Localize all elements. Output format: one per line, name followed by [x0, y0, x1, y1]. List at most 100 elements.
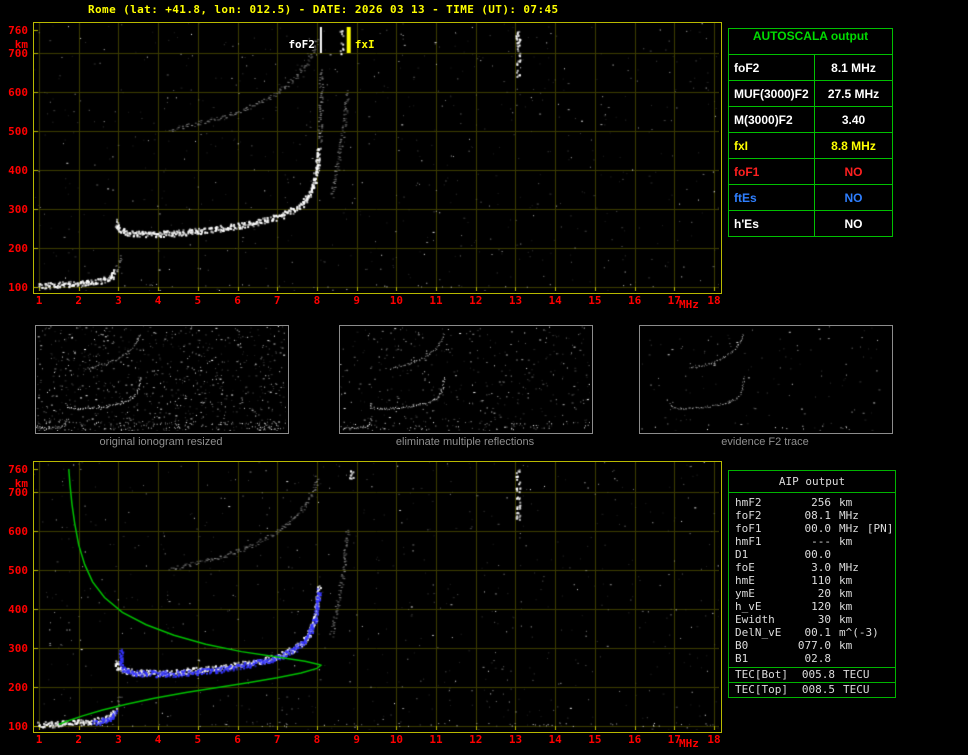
aip-row-value: 02.8	[804, 652, 832, 665]
autoscala-row-value: 3.40	[841, 112, 866, 127]
x-axis-tick-6: 6	[234, 294, 241, 307]
autoscala-row-value: 8.1 MHz	[831, 60, 876, 75]
autoscala-row-value: 27.5 MHz	[827, 86, 880, 101]
thumbnail-canvas-original	[36, 326, 286, 431]
autoscala-row-label: M(3000)F2	[729, 107, 815, 132]
aip-row-12: B1 02.8	[729, 652, 895, 665]
aip-row-unit: km	[839, 587, 853, 600]
autoscala-row-4: foF1 NO	[729, 158, 892, 184]
aip-row-value: 256	[811, 496, 831, 509]
x-axis-tick-9: 9	[353, 733, 360, 746]
x-axis-tick-11: 11	[429, 294, 443, 307]
autoscala-window: Rome (lat: +41.8, lon: 012.5) - DATE: 20…	[0, 0, 968, 755]
fof2-marker-label: foF2	[288, 38, 315, 51]
y-axis-tick-200: 200	[8, 681, 28, 695]
y-axis-tick-500: 500	[8, 564, 28, 578]
aip-tec-label: TEC[Bot]	[735, 668, 788, 681]
y-axis-tick-760: 760	[8, 463, 28, 476]
aip-row-2: foF1 00.0 MHz [PN]	[729, 522, 895, 535]
aip-row-value: 00.0	[804, 548, 832, 561]
header-title: Rome (lat: +41.8, lon: 012.5) - DATE: 20…	[88, 3, 559, 16]
ionogram-top-plot: foF2 fxI	[33, 22, 722, 294]
x-axis-tick-5: 5	[194, 294, 202, 307]
aip-row-value: 3.0	[811, 561, 831, 574]
x-axis-tick-8: 8	[313, 733, 321, 746]
y-axis-tick-400: 400	[8, 164, 28, 178]
aip-row-unit: MHz	[839, 561, 859, 574]
x-axis-unit-label: MHz	[679, 737, 699, 750]
y-axis-tick-400: 400	[8, 603, 28, 617]
autoscala-row-label: h'Es	[729, 211, 815, 236]
aip-tec-value: 008.5	[801, 683, 835, 696]
aip-tec-label: TEC[Top]	[735, 683, 788, 696]
y-axis-tick-500: 500	[8, 125, 28, 139]
aip-row-3: hmF1 --- km	[729, 535, 895, 548]
autoscala-table-title: AUTOSCALA output	[752, 29, 869, 43]
autoscala-row-value: NO	[844, 216, 863, 231]
aip-row-label: B0	[735, 639, 749, 652]
aip-row-value: 120	[811, 600, 831, 613]
aip-output-table: AIP output hmF2 256 km foF2 08.1 MHz foF1 00.0 M…	[728, 470, 896, 698]
x-axis-tick-1: 1	[35, 733, 43, 746]
x-axis-tick-2: 2	[75, 294, 83, 307]
autoscala-row-1: MUF(3000)F2 27.5 MHz	[729, 80, 892, 106]
autoscala-row-2: M(3000)F2 3.40	[729, 106, 892, 132]
aip-row-unit: km	[839, 600, 853, 613]
thumbnail-canvas-evidence	[640, 326, 890, 431]
aip-row-9: Ewidth 30 km	[729, 613, 895, 626]
autoscala-row-label: foF2	[729, 55, 815, 80]
aip-row-label: DelN_vE	[735, 626, 782, 639]
aip-row-unit: km	[839, 613, 853, 626]
ionogram-top-canvas	[34, 23, 719, 291]
autoscala-output-table: AUTOSCALA output foF2 8.1 MHz MUF(3000)F2 2…	[728, 28, 893, 237]
x-axis-tick-7: 7	[273, 733, 281, 746]
aip-row-label: Ewidth	[735, 613, 775, 626]
aip-row-value: 110	[811, 574, 831, 587]
x-axis-tick-4: 4	[154, 733, 162, 746]
aip-table-title: AIP output	[729, 471, 895, 493]
y-axis-tick-300: 300	[8, 203, 28, 217]
x-axis-tick-5: 5	[194, 733, 202, 746]
y-axis-tick-100: 100	[8, 281, 28, 294]
x-axis-tick-12: 12	[469, 294, 483, 307]
autoscala-row-label: fxI	[729, 133, 815, 158]
x-axis-tick-6: 6	[234, 733, 241, 746]
autoscala-row-6: h'Es NO	[729, 210, 892, 236]
x-axis-tick-9: 9	[353, 294, 360, 307]
aip-row-4: D1 00.0	[729, 548, 895, 561]
x-axis-tick-1: 1	[35, 294, 43, 307]
aip-row-label: foF2	[735, 509, 762, 522]
x-axis-tick-18: 18	[707, 294, 721, 307]
x-axis-tick-8: 8	[313, 294, 321, 307]
x-axis-tick-18: 18	[707, 733, 721, 746]
autoscala-row-5: ftEs NO	[729, 184, 892, 210]
aip-row-value: 077.0	[797, 639, 831, 652]
aip-tec-unit: TECU	[843, 683, 870, 696]
x-axis-tick-3: 3	[115, 733, 122, 746]
thumbnail-caption-evidence: evidence F2 trace	[721, 436, 809, 448]
aip-row-7: ymE 20 km	[729, 587, 895, 600]
aip-row-8: h_vE 120 km	[729, 600, 895, 613]
aip-row-unit: m^(-3)	[839, 626, 879, 639]
thumbnail-caption-original: original ionogram resized	[99, 436, 223, 448]
x-axis-tick-10: 10	[389, 294, 403, 307]
autoscala-row-value: NO	[844, 190, 863, 205]
x-axis-tick-11: 11	[429, 733, 443, 746]
y-axis-unit-label: km	[14, 477, 28, 490]
aip-row-value: 00.0	[804, 522, 832, 535]
aip-tec-rows: TEC[Bot] 005.8 TECU TEC[Top] 008.5 TECU	[729, 667, 895, 697]
thumbnail-original-ionogram	[35, 325, 289, 434]
aip-row-label: foF1	[735, 522, 762, 535]
y-axis-tick-600: 600	[8, 86, 28, 100]
aip-tec-value: 005.8	[801, 668, 835, 681]
thumbnail-evidence-f2	[639, 325, 893, 434]
aip-row-5: foE 3.0 MHz	[729, 561, 895, 574]
y-axis-tick-600: 600	[8, 525, 28, 539]
aip-row-label: hmF1	[735, 535, 762, 548]
thumbnail-canvas-reflections	[340, 326, 590, 431]
x-axis-tick-7: 7	[273, 294, 281, 307]
aip-row-label: ymE	[735, 587, 755, 600]
autoscala-row-label: MUF(3000)F2	[729, 81, 815, 106]
y-axis-tick-760: 760	[8, 24, 28, 37]
aip-row-label: hmF2	[735, 496, 762, 509]
